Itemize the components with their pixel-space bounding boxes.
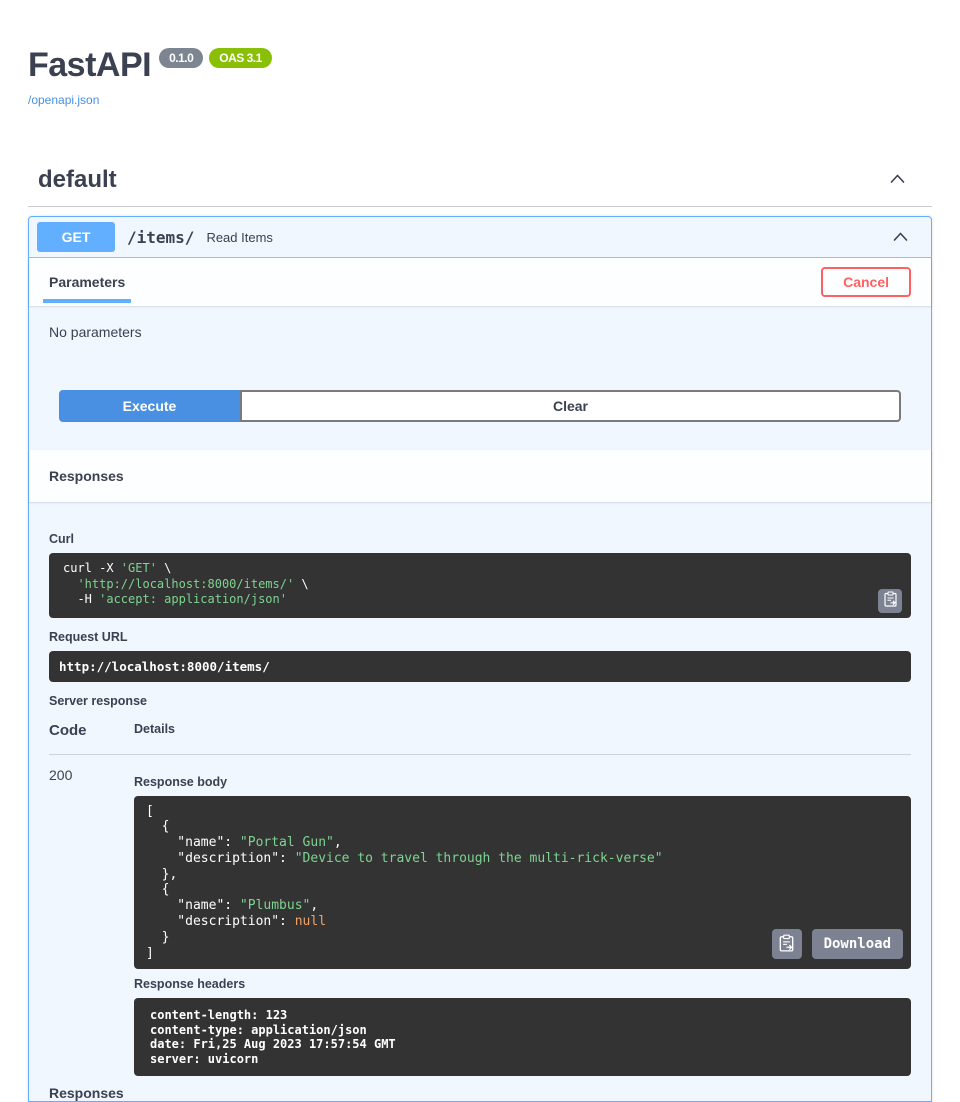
api-badges: 0.1.0 OAS 3.1 — [159, 48, 272, 68]
responses-section-header: Responses — [29, 450, 931, 502]
parameters-section-header: Parameters Cancel — [29, 258, 931, 306]
tag-section-header[interactable]: default — [28, 166, 932, 207]
api-title-text: FastAPI — [28, 46, 151, 84]
status-code: 200 — [49, 767, 134, 1077]
clipboard-icon — [778, 934, 795, 955]
openapi-spec-link[interactable]: /openapi.json — [28, 93, 99, 107]
request-url-label: Request URL — [49, 630, 911, 644]
curl-label: Curl — [49, 532, 911, 546]
parameters-container: No parameters Execute Clear — [29, 306, 931, 450]
opblock-summary[interactable]: GET /items/ Read Items — [29, 217, 931, 258]
oas-badge: OAS 3.1 — [209, 48, 272, 68]
chevron-up-icon — [892, 230, 909, 245]
clipboard-icon — [883, 591, 898, 610]
api-title: FastAPI 0.1.0 OAS 3.1 — [28, 46, 932, 84]
responses-header-label: Responses — [49, 468, 124, 484]
response-headers-label: Response headers — [134, 977, 911, 991]
execute-button[interactable]: Execute — [59, 390, 240, 422]
details-column-header: Details — [134, 722, 175, 739]
response-headers: content-length: 123 content-type: applic… — [134, 998, 911, 1076]
server-response-row: 200 Response body Download[ { "name": "P… — [49, 755, 911, 1077]
copy-curl-button[interactable] — [878, 589, 902, 613]
api-info-header: FastAPI 0.1.0 OAS 3.1 /openapi.json — [28, 0, 932, 109]
tag-title: default — [38, 166, 117, 194]
response-details-cell: Response body Download[ { "name": "Porta… — [134, 767, 911, 1077]
tab-parameters[interactable]: Parameters — [49, 274, 125, 290]
request-url-value: http://localhost:8000/items/ — [49, 651, 911, 682]
no-parameters-text: No parameters — [29, 306, 931, 340]
collapse-operation-button[interactable] — [888, 226, 913, 249]
response-body: Download[ { "name": "Portal Gun", "descr… — [134, 796, 911, 970]
operation-summary: Read Items — [206, 230, 272, 245]
responses-doc-header: Responses — [49, 1085, 911, 1101]
cancel-button[interactable]: Cancel — [821, 267, 911, 297]
opblock-get-items: GET /items/ Read Items Parameters Cancel… — [28, 216, 932, 1102]
code-column-header: Code — [49, 722, 134, 739]
execute-row: Execute Clear — [59, 390, 901, 422]
operation-path: /items/ — [127, 228, 194, 247]
curl-command: curl -X 'GET' \ 'http://localhost:8000/i… — [49, 553, 911, 618]
response-body-actions: Download — [772, 929, 903, 959]
response-body-label: Response body — [134, 775, 911, 789]
responses-wrapper: Curl curl -X 'GET' \ 'http://localhost:8… — [29, 502, 931, 1101]
server-response-label: Server response — [49, 694, 911, 708]
method-badge: GET — [37, 222, 115, 252]
chevron-up-icon[interactable] — [889, 171, 906, 189]
copy-response-button[interactable] — [772, 929, 802, 959]
server-response-table-header: Code Details — [49, 722, 911, 755]
version-badge: 0.1.0 — [159, 48, 203, 68]
download-button[interactable]: Download — [812, 929, 903, 959]
clear-button[interactable]: Clear — [240, 390, 901, 422]
swagger-ui-page: FastAPI 0.1.0 OAS 3.1 /openapi.json defa… — [28, 0, 932, 1102]
spacer — [29, 422, 931, 450]
